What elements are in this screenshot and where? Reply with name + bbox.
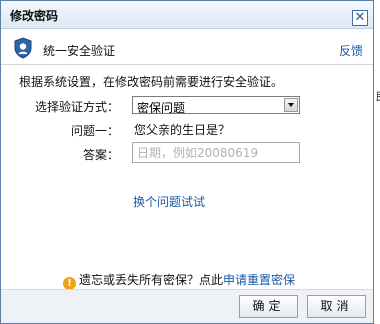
answer-label: 答案：: [82, 148, 119, 162]
background-text-fragment: 良: [375, 88, 380, 104]
button-bar: 确定 取消: [1, 289, 373, 323]
feedback-link[interactable]: 反馈: [339, 42, 363, 59]
dialog-title: 修改密码: [10, 9, 59, 23]
verification-method-select[interactable]: 密保问题: [132, 96, 300, 115]
reset-security-link[interactable]: 申请重置密保: [223, 273, 295, 287]
reset-note-text: 遗忘或丢失所有密保？点此: [79, 273, 224, 287]
verification-title: 统一安全验证: [43, 44, 116, 58]
title-bar[interactable]: 修改密码 ✕: [1, 1, 373, 29]
reset-note: ! 遗忘或丢失所有密保？点此申请重置密保: [63, 271, 295, 290]
verification-header: 统一安全验证 反馈: [1, 29, 373, 65]
cancel-button[interactable]: 取消: [307, 295, 366, 318]
shield-icon: [14, 37, 32, 59]
switch-question-link[interactable]: 换个问题试试: [133, 193, 205, 210]
change-password-dialog: 修改密码 ✕ 统一安全验证 反馈 根据系统设置，在修改密码前需要进行安全验证。 …: [0, 0, 374, 324]
chevron-down-icon[interactable]: [284, 98, 298, 112]
ok-button[interactable]: 确定: [239, 295, 298, 318]
selected-method: 密保问题: [137, 101, 186, 115]
answer-input[interactable]: [132, 142, 300, 163]
security-question: 您父亲的生日是？: [134, 123, 231, 137]
instruction-text: 根据系统设置，在修改密码前需要进行安全验证。: [19, 75, 284, 89]
method-label: 选择验证方式：: [34, 100, 119, 114]
question-label: 问题一：: [70, 124, 119, 138]
close-icon[interactable]: ✕: [352, 10, 368, 26]
